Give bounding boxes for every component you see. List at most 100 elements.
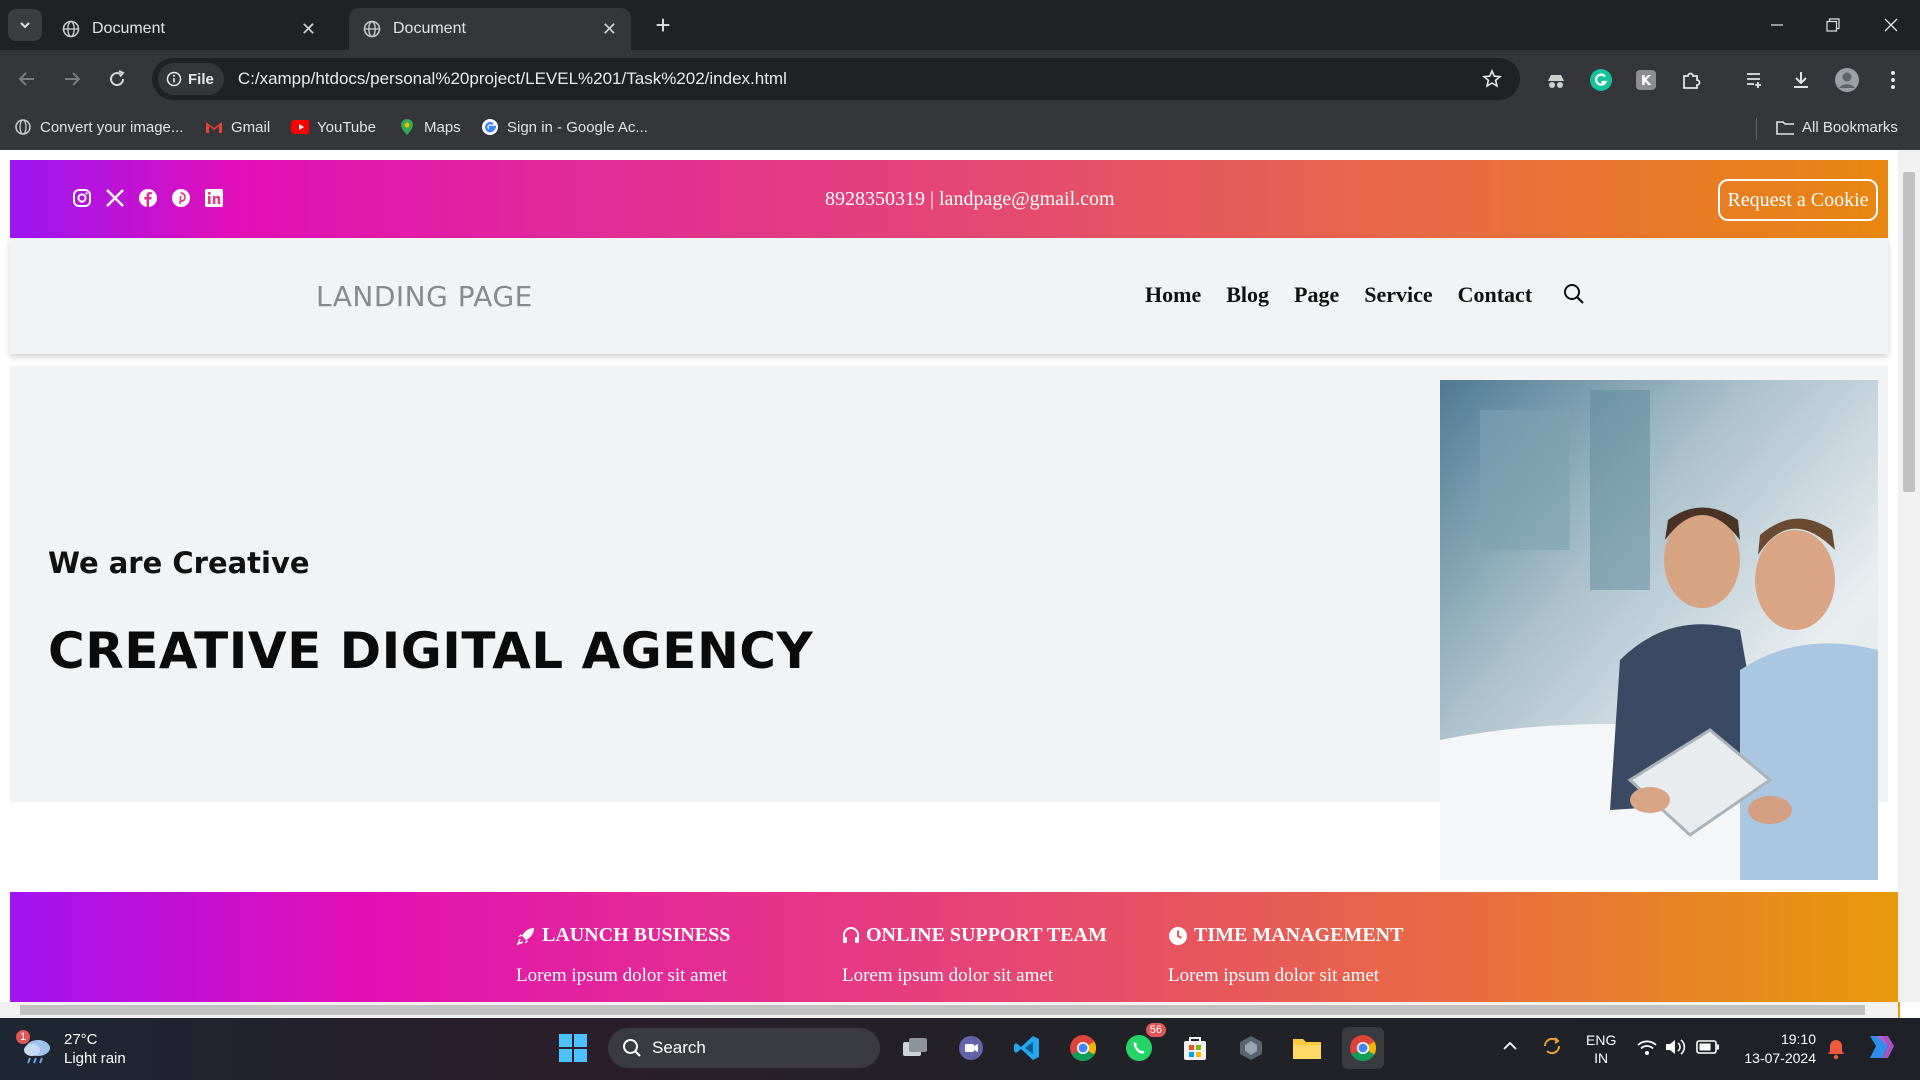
- teams-meet-icon[interactable]: [950, 1027, 992, 1069]
- feature-time-management: TIME MANAGEMENT Lorem ipsum dolor sit am…: [1168, 924, 1403, 987]
- whatsapp-icon[interactable]: 56: [1118, 1023, 1166, 1069]
- wifi-icon[interactable]: [1636, 1038, 1658, 1059]
- url-text[interactable]: C:/xampp/htdocs/personal%20project/LEVEL…: [238, 69, 1482, 89]
- hero-business-photo: [1440, 380, 1878, 880]
- search-icon[interactable]: [1562, 282, 1586, 306]
- sync-icon[interactable]: [1540, 1034, 1564, 1061]
- ms-store-icon[interactable]: [1174, 1027, 1216, 1069]
- address-bar[interactable]: File C:/xampp/htdocs/personal%20project/…: [152, 58, 1520, 100]
- request-cookie-button[interactable]: Request a Cookie: [1718, 179, 1878, 221]
- scrollbar-thumb[interactable]: [1903, 172, 1915, 492]
- all-bookmarks-label: All Bookmarks: [1802, 118, 1898, 136]
- pinterest-icon[interactable]: [171, 188, 191, 208]
- instagram-icon[interactable]: [72, 188, 92, 208]
- globe-icon: [15, 119, 31, 135]
- file-explorer-icon[interactable]: [1286, 1027, 1328, 1069]
- feature-text: Lorem ipsum dolor sit amet: [1168, 965, 1380, 986]
- maps-pin-icon: [401, 119, 413, 135]
- grammarly-icon[interactable]: [1588, 67, 1614, 93]
- landing-page: 8928350319 | landpage@gmail.com Request …: [10, 160, 1900, 1018]
- profile-avatar[interactable]: [1834, 67, 1860, 93]
- start-button[interactable]: [552, 1027, 594, 1069]
- nav-contact[interactable]: Contact: [1458, 282, 1533, 308]
- vertical-scrollbar[interactable]: [1898, 150, 1920, 1002]
- taskbar-search[interactable]: Search: [608, 1028, 880, 1068]
- bookmark-maps[interactable]: Maps: [398, 118, 461, 136]
- incognito-extension-icon[interactable]: [1543, 67, 1569, 93]
- tab-title: Document: [92, 20, 165, 37]
- horizontal-scrollbar[interactable]: [0, 1002, 1898, 1018]
- bookmark-label: Convert your image...: [40, 118, 184, 136]
- info-icon: [166, 71, 182, 87]
- forward-button[interactable]: [57, 64, 87, 94]
- feature-title: TIME MANAGEMENT: [1194, 924, 1404, 946]
- close-icon: [1884, 18, 1898, 32]
- app-hexagon-icon[interactable]: [1230, 1027, 1272, 1069]
- tab-search-button[interactable]: [8, 9, 42, 41]
- extensions-puzzle-icon[interactable]: [1678, 67, 1704, 93]
- new-tab-button[interactable]: +: [648, 10, 678, 40]
- headset-icon: [843, 926, 859, 943]
- site-logo[interactable]: LANDING PAGE: [316, 280, 533, 313]
- clock-time: 19:10: [1780, 1031, 1816, 1047]
- bookmark-label: Maps: [424, 118, 461, 136]
- bookmark-convert-image[interactable]: Convert your image...: [14, 118, 183, 136]
- scrollbar-thumb[interactable]: [20, 1005, 1865, 1015]
- bookmark-star-icon[interactable]: [1482, 69, 1502, 89]
- weather-widget[interactable]: 1 27°C Light rain: [16, 1030, 126, 1068]
- system-clock[interactable]: 19:10 13-07-2024: [1736, 1030, 1816, 1068]
- download-icon[interactable]: [1788, 67, 1814, 93]
- bookmark-google-signin[interactable]: Sign in - Google Ac...: [481, 118, 648, 136]
- linkedin-icon[interactable]: [204, 188, 224, 208]
- restore-button[interactable]: [1810, 10, 1856, 40]
- nav-page[interactable]: Page: [1294, 282, 1339, 308]
- chrome-active-icon[interactable]: [1342, 1027, 1384, 1069]
- site-info-chip[interactable]: File: [158, 63, 224, 95]
- x-twitter-icon[interactable]: [105, 188, 125, 208]
- nav-home[interactable]: Home: [1145, 282, 1201, 308]
- bookmark-youtube[interactable]: YouTube: [291, 118, 376, 136]
- copilot-icon[interactable]: [1864, 1032, 1894, 1065]
- volume-icon[interactable]: [1664, 1038, 1686, 1059]
- close-window-button[interactable]: [1868, 10, 1914, 40]
- weather-desc: Light rain: [64, 1050, 126, 1067]
- menu-dots-icon[interactable]: [1880, 67, 1906, 93]
- tab-title: Document: [393, 20, 466, 37]
- restore-icon: [1826, 18, 1840, 32]
- language-indicator[interactable]: ENG IN: [1586, 1031, 1616, 1067]
- facebook-icon[interactable]: [138, 188, 158, 208]
- google-icon: [482, 119, 498, 135]
- close-tab-icon[interactable]: ✕: [602, 19, 617, 40]
- minimize-button[interactable]: [1754, 10, 1800, 40]
- notification-bell-icon[interactable]: [1826, 1038, 1846, 1063]
- windows-logo-icon: [559, 1034, 587, 1062]
- close-tab-icon[interactable]: ✕: [301, 19, 316, 40]
- tab-document-2[interactable]: Document ✕: [349, 8, 631, 50]
- reload-button[interactable]: [102, 64, 132, 94]
- chrome-icon[interactable]: [1062, 1027, 1104, 1069]
- bookmark-gmail[interactable]: Gmail: [205, 118, 270, 136]
- all-bookmarks[interactable]: All Bookmarks: [1776, 118, 1898, 136]
- nav-blog[interactable]: Blog: [1226, 282, 1269, 308]
- show-hidden-icons[interactable]: [1502, 1038, 1518, 1054]
- battery-icon[interactable]: [1696, 1040, 1720, 1057]
- folder-icon: [1776, 121, 1794, 135]
- main-navbar: LANDING PAGE Home Blog Page Service Cont…: [10, 238, 1888, 354]
- tab-document-1[interactable]: Document ✕: [48, 8, 330, 50]
- nav-service[interactable]: Service: [1364, 282, 1432, 308]
- file-label: File: [188, 70, 214, 88]
- vscode-icon[interactable]: [1006, 1027, 1048, 1069]
- arrow-right-icon: [65, 72, 81, 86]
- task-view-icon[interactable]: [894, 1027, 936, 1069]
- svg-text:K: K: [1641, 74, 1652, 89]
- contact-info: 8928350319 | landpage@gmail.com: [825, 188, 1115, 210]
- bookmark-label: Sign in - Google Ac...: [507, 118, 648, 136]
- minimize-icon: [1771, 24, 1783, 26]
- rocket-icon: [516, 927, 534, 945]
- back-button[interactable]: [12, 64, 42, 94]
- windows-taskbar: 1 27°C Light rain Search 56 ENG IN 19:10…: [0, 1018, 1920, 1080]
- extension-k-icon[interactable]: K: [1633, 67, 1659, 93]
- reading-list-icon[interactable]: [1742, 67, 1768, 93]
- clock-date: 13-07-2024: [1744, 1050, 1816, 1066]
- weather-badge: 1: [16, 1030, 31, 1044]
